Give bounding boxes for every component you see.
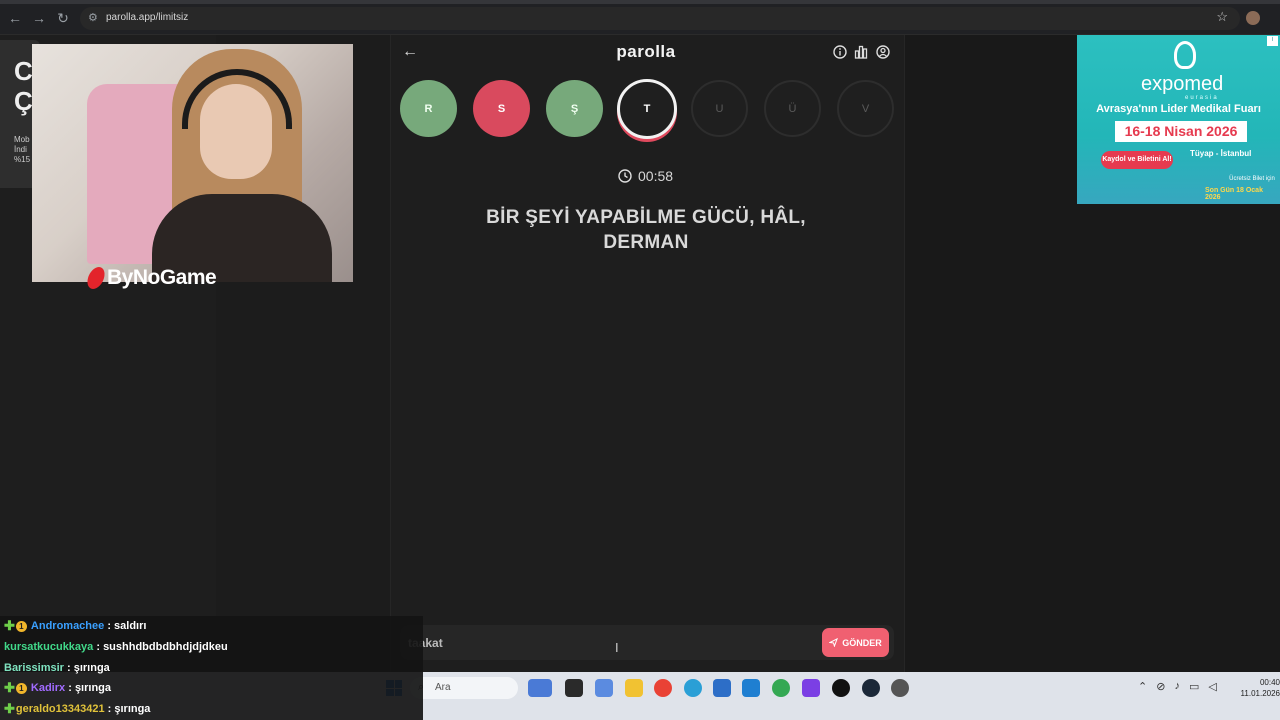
edge-icon[interactable] — [684, 679, 702, 697]
letter-sh: Ş — [546, 80, 603, 137]
letter-t-active: T — [617, 79, 677, 139]
letter-r: R — [400, 80, 457, 137]
letter-u: U — [691, 80, 748, 137]
network-icon[interactable]: ⊘ — [1156, 680, 1165, 693]
widgets-icon[interactable] — [528, 679, 552, 697]
answer-box — [400, 625, 894, 660]
taskbar-clock[interactable]: 00:40 11.01.2026 — [1240, 677, 1280, 699]
letter-s: S — [473, 80, 530, 137]
task-view-icon[interactable] — [565, 679, 583, 697]
display-icon[interactable]: ▭ — [1189, 680, 1199, 693]
stream-chat: ✚ 1 Andromachee : saldırı kursatkucukkay… — [0, 616, 423, 720]
webcam-overlay — [32, 44, 353, 282]
url-text[interactable]: parolla.app/limitsiz — [106, 12, 188, 23]
chat-line: ✚ 1 Andromachee : saldırı — [4, 618, 147, 633]
ad-brand-sub: eurasia — [1185, 95, 1219, 101]
obs-icon[interactable] — [832, 679, 850, 697]
ad-last-day: Son Gün 18 Ocak 2026 — [1205, 187, 1263, 201]
letter-v: V — [837, 80, 894, 137]
volume-icon[interactable]: ◁ — [1208, 680, 1216, 693]
ad-brand: expomed — [1141, 73, 1224, 95]
mail-icon[interactable] — [742, 679, 760, 697]
copilot-icon[interactable] — [595, 679, 613, 697]
send-label: GÖNDER — [842, 637, 882, 648]
microphone-icon[interactable]: ♪ — [1174, 680, 1180, 693]
info-icon[interactable] — [833, 45, 847, 59]
ad-headline: Avrasya'nın Lider Medikal Fuarı — [1096, 103, 1261, 115]
chat-user: Andromachee — [30, 620, 105, 632]
promo-letter-2: Ç — [14, 86, 33, 116]
app-b-icon[interactable] — [802, 679, 820, 697]
chat-user: geraldo13343421 — [15, 703, 105, 715]
chrome-active-icon[interactable] — [772, 679, 790, 697]
chat-user: kursatkucukkaya — [4, 641, 94, 653]
expomed-logo-icon — [1174, 41, 1196, 69]
profile-avatar[interactable] — [1246, 11, 1260, 25]
store-icon[interactable] — [713, 679, 731, 697]
ad-choices-icon[interactable]: i — [1267, 36, 1278, 46]
back-arrow-icon[interactable]: ← — [402, 43, 418, 61]
game-title: parolla — [616, 42, 676, 61]
ad-cta-button[interactable]: Kaydol ve Biletini Al! — [1101, 151, 1173, 169]
taskbar-search-placeholder: Ara — [435, 682, 451, 693]
arrow-right-icon[interactable]: → — [31, 10, 47, 26]
plus-badge-icon: ✚ — [4, 701, 15, 716]
timer-value: 00:58 — [638, 168, 674, 184]
advertisement-banner[interactable]: i expomed eurasia Avrasya'nın Lider Medi… — [1077, 35, 1280, 204]
letter-uu: Ü — [764, 80, 821, 137]
reload-icon[interactable]: ↻ — [55, 10, 71, 26]
plus-badge-icon: ✚ — [4, 618, 15, 633]
ad-dates: 16-18 Nisan 2026 — [1115, 121, 1247, 142]
chat-message: şırınga — [73, 662, 110, 674]
coin-badge-icon: 1 — [15, 620, 27, 632]
arrow-left-icon[interactable]: ← — [7, 10, 23, 26]
plus-badge-icon: ✚ — [4, 680, 15, 695]
send-icon — [829, 638, 839, 647]
site-settings-icon[interactable]: ⚙ — [88, 11, 98, 24]
chat-message: şırınga — [114, 703, 151, 715]
chrome-icon[interactable] — [654, 679, 672, 697]
bynogame-logo-icon — [85, 267, 107, 289]
ad-free-ticket: Ücretsiz Bilet için — [1229, 176, 1275, 182]
system-tray[interactable]: ⌃ ⊘ ♪ ▭ ◁ — [1138, 680, 1217, 693]
stats-icon[interactable] — [854, 45, 868, 59]
question-text: BİR ŞEYİ YAPABİLME GÜCÜ, HÂL, DERMAN — [486, 207, 806, 253]
answer-input[interactable] — [408, 633, 808, 653]
send-button[interactable]: GÖNDER — [822, 628, 889, 657]
bynogame-watermark: ByNoGame — [85, 266, 217, 290]
chevron-up-icon[interactable]: ⌃ — [1138, 680, 1147, 693]
clock-date: 11.01.2026 — [1240, 689, 1280, 698]
tab-strip — [0, 0, 1280, 4]
coin-badge-icon: 1 — [15, 682, 27, 694]
clock-icon — [618, 169, 632, 183]
chat-line: ✚ geraldo13343421 : şırınga — [4, 701, 151, 716]
app-settings-icon[interactable] — [891, 679, 909, 697]
chat-user: Kadirx — [30, 682, 66, 694]
chat-message: şırınga — [74, 682, 112, 694]
chat-line: Barissimsir : şırınga — [4, 662, 110, 674]
text-cursor-icon: I — [615, 640, 619, 655]
steam-icon[interactable] — [862, 679, 880, 697]
chat-line: ✚ 1 Kadirx : şırınga — [4, 680, 112, 695]
ad-place: Tüyap - İstanbul — [1190, 149, 1252, 158]
address-bar[interactable]: ⚙ parolla.app/limitsiz ☆ — [80, 7, 1240, 30]
clock-time: 00:40 — [1259, 678, 1280, 687]
chat-user: Barissimsir — [4, 662, 64, 674]
chat-message: saldırı — [114, 620, 147, 632]
taskbar-search[interactable]: ⌕ Ara — [410, 677, 518, 699]
bynogame-text: ByNoGame — [107, 266, 217, 289]
file-explorer-icon[interactable] — [625, 679, 643, 697]
timer: 00:58 — [618, 168, 673, 184]
chat-line: kursatkucukkaya : sushhdbdbdbhdjdjdkeu — [4, 641, 228, 653]
chat-message: sushhdbdbdbhdjdjdkeu — [103, 641, 228, 653]
promo-letter-1: C — [14, 56, 33, 86]
browser-toolbar: ← → ↻ ⚙ parolla.app/limitsiz ☆ — [0, 0, 1280, 35]
user-icon[interactable] — [876, 45, 890, 59]
star-icon[interactable]: ☆ — [1216, 9, 1228, 25]
